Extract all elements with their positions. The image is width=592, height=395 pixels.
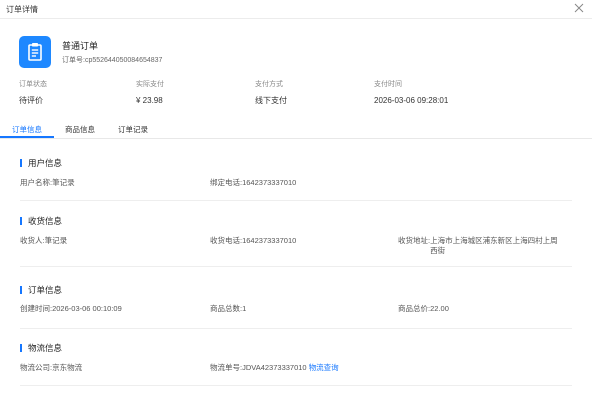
field-value: 1642373337010 <box>242 236 297 245</box>
summary-value: 待评价 <box>19 96 43 105</box>
summary-paid: 实际支付 ¥ 23.98 <box>136 80 164 106</box>
user-phone-field: 绑定电话:1642373337010 <box>210 178 296 188</box>
order-number: 订单号:cp552644050084654837 <box>62 55 162 65</box>
receiver-address-field: 收货地址:上海市上海城区浦东新区上海四村上周西街 <box>398 236 578 256</box>
receiver-field: 收货人:筆记录 <box>20 236 67 246</box>
field-value: 22.00 <box>430 304 449 313</box>
field-label: 物流单号: <box>210 363 243 372</box>
order-summary: 订单状态 待评价 实际支付 ¥ 23.98 支付方式 线下支付 支付时间 202… <box>0 80 592 110</box>
logistics-query-link[interactable]: 物流查询 <box>309 363 339 372</box>
tab-order-records[interactable]: 订单记录 <box>118 125 148 135</box>
order-number-label: 订单号: <box>62 57 85 64</box>
field-label: 收货电话: <box>210 236 243 245</box>
clipboard-icon <box>19 36 51 68</box>
field-label: 收货人: <box>20 236 45 245</box>
section-title-text: 用户信息 <box>28 158 63 168</box>
summary-status: 订单状态 待评价 <box>19 80 47 106</box>
tab-order-info[interactable]: 订单信息 <box>12 125 42 135</box>
field-value: JDVA42373337010 <box>242 363 307 372</box>
section-accent-bar <box>20 344 22 352</box>
summary-payment-method: 支付方式 线下支付 <box>255 80 287 106</box>
summary-value: 2026-03-06 09:28:01 <box>374 96 449 105</box>
section-divider <box>20 385 572 386</box>
field-value: 京东物流 <box>52 363 83 372</box>
section-title-text: 订单信息 <box>28 285 63 295</box>
field-label: 创建时间: <box>20 304 53 313</box>
tab-bar: 订单信息 商品信息 订单记录 <box>0 119 592 139</box>
section-divider <box>20 200 572 201</box>
dialog-title: 订单详情 <box>6 5 38 14</box>
user-name-field: 用户名称:筆记录 <box>20 178 75 188</box>
summary-label: 实际支付 <box>136 81 164 88</box>
product-total-field: 商品总价:22.00 <box>398 304 449 314</box>
field-label: 收货地址: <box>398 236 431 245</box>
order-number-value: cp552644050084654837 <box>84 57 163 64</box>
field-label: 物流公司: <box>20 363 53 372</box>
active-tab-indicator <box>0 136 54 138</box>
tracking-number-field: 物流单号:JDVA42373337010 物流查询 <box>210 363 339 373</box>
created-time-field: 创建时间:2026-03-06 00:10:09 <box>20 304 122 314</box>
logistics-company-field: 物流公司:京东物流 <box>20 363 82 373</box>
dialog-header: 订单详情 <box>0 0 592 19</box>
summary-payment-time: 支付时间 2026-03-06 09:28:01 <box>374 80 448 106</box>
close-icon[interactable] <box>572 1 586 15</box>
field-label: 用户名称: <box>20 178 53 187</box>
section-accent-bar <box>20 217 22 225</box>
summary-value: ¥ 23.98 <box>136 96 163 105</box>
section-accent-bar <box>20 286 22 294</box>
field-value: 1 <box>242 304 247 313</box>
tab-product-info[interactable]: 商品信息 <box>65 125 95 135</box>
section-divider <box>20 328 572 329</box>
field-value: 2026-03-06 00:10:09 <box>52 304 122 313</box>
field-value: 筆记录 <box>44 236 68 245</box>
receiver-phone-field: 收货电话:1642373337010 <box>210 236 296 246</box>
section-accent-bar <box>20 159 22 167</box>
field-value: 1642373337010 <box>242 178 297 187</box>
field-value: 筆记录 <box>52 178 75 187</box>
summary-value: 线下支付 <box>255 96 287 105</box>
section-title-text: 物流信息 <box>28 343 63 353</box>
summary-label: 支付时间 <box>374 81 402 88</box>
product-qty-field: 商品总数:1 <box>210 304 246 314</box>
field-label: 绑定电话: <box>210 178 243 187</box>
field-label: 商品总数: <box>210 304 243 313</box>
field-label: 商品总价: <box>398 304 431 313</box>
order-type: 普通订单 <box>62 41 99 51</box>
summary-label: 订单状态 <box>19 81 47 88</box>
section-title-text: 收货信息 <box>28 216 63 226</box>
field-value: 上海市上海城区浦东新区上海四村上周西街 <box>430 236 558 255</box>
section-divider <box>20 266 572 267</box>
summary-label: 支付方式 <box>255 81 283 88</box>
